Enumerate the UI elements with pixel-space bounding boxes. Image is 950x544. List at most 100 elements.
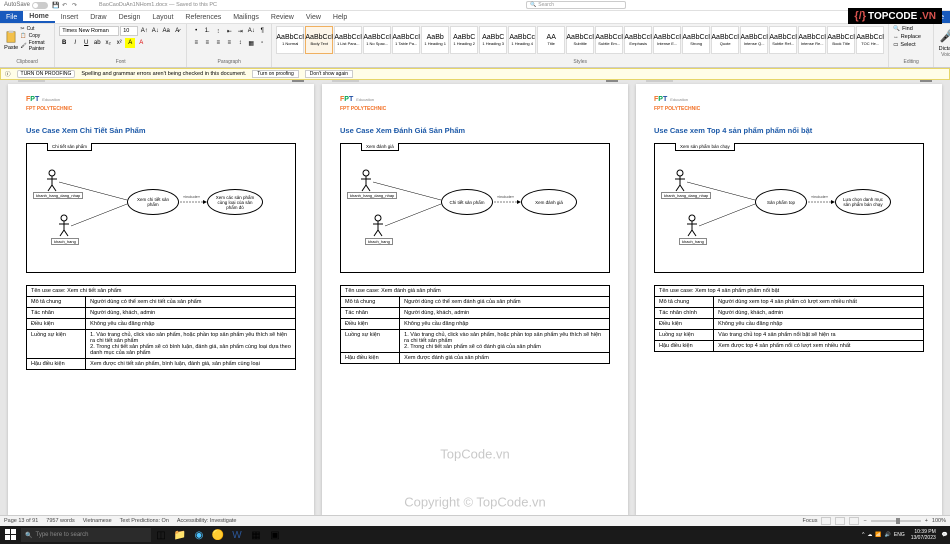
- style-1-heading-2[interactable]: AaBbC1 Heading 2: [450, 26, 478, 54]
- explorer-icon[interactable]: 📁: [171, 526, 189, 544]
- style-strong[interactable]: AaBbCcIStrong: [682, 26, 710, 54]
- show-marks-icon[interactable]: ¶: [257, 26, 267, 36]
- style-1-normal[interactable]: AaBbCcI1 Normal: [276, 26, 304, 54]
- format-painter-button[interactable]: 🖌Format Painter: [20, 40, 50, 52]
- styles-gallery[interactable]: AaBbCcI1 NormalAaBbCcIBody TextAaBbCcI1 …: [276, 26, 884, 56]
- quick-access[interactable]: 💾↶↷: [52, 2, 79, 9]
- style-1-heading-3[interactable]: AaBbC1 Heading 3: [479, 26, 507, 54]
- style-subtitle[interactable]: AaBbCcISubtitle: [566, 26, 594, 54]
- text-predictions[interactable]: Text Predictions: On: [120, 518, 169, 524]
- select-button[interactable]: ▭Select: [893, 42, 916, 48]
- grow-font-icon[interactable]: A↑: [139, 26, 149, 36]
- taskbar-search[interactable]: 🔍Type here to search: [21, 528, 151, 542]
- bold-button[interactable]: B: [59, 38, 69, 48]
- tab-help[interactable]: Help: [327, 11, 353, 23]
- edge-icon[interactable]: ◉: [190, 526, 208, 544]
- tab-home[interactable]: Home: [23, 11, 54, 23]
- style-1-heading-4[interactable]: AaBbCc1 Heading 4: [508, 26, 536, 54]
- multilevel-icon[interactable]: ⁝: [213, 26, 223, 36]
- superscript-button[interactable]: x²: [114, 38, 124, 48]
- font-color-button[interactable]: A: [136, 38, 146, 48]
- clear-format-icon[interactable]: A̷: [172, 26, 182, 36]
- read-mode-icon[interactable]: [821, 517, 831, 525]
- style-title[interactable]: AATitle: [537, 26, 565, 54]
- style-subtle-em...[interactable]: AaBbCcISubtle Em...: [595, 26, 623, 54]
- word-icon[interactable]: W: [228, 526, 246, 544]
- accessibility-check[interactable]: Accessibility: Investigate: [177, 518, 237, 524]
- tab-layout[interactable]: Layout: [146, 11, 179, 23]
- dictate-button[interactable]: 🎤: [938, 26, 950, 46]
- word-count[interactable]: 7957 words: [46, 518, 74, 524]
- system-tray[interactable]: ^ ☁ 📶 🔊 ENG 10:39 PM 13/07/2023 💬: [862, 529, 948, 541]
- style-emphasis[interactable]: AaBbCcIEmphasis: [624, 26, 652, 54]
- italic-button[interactable]: I: [70, 38, 80, 48]
- style-1-heading-1[interactable]: AaBb1 Heading 1: [421, 26, 449, 54]
- tab-review[interactable]: Review: [265, 11, 300, 23]
- style-1-table-pa...[interactable]: AaBbCcI1 Table Pa...: [392, 26, 420, 54]
- print-layout-icon[interactable]: [835, 517, 845, 525]
- style-quote[interactable]: AaBbCcIQuote: [711, 26, 739, 54]
- style-toc-he...[interactable]: AaBbCcITOC He...: [856, 26, 884, 54]
- font-family-select[interactable]: Times New Roman: [59, 26, 119, 36]
- tab-references[interactable]: References: [179, 11, 227, 23]
- style-intense-e...[interactable]: AaBbCcIIntense E...: [653, 26, 681, 54]
- tab-mailings[interactable]: Mailings: [227, 11, 265, 23]
- tab-design[interactable]: Design: [113, 11, 147, 23]
- app-icon[interactable]: ▦: [247, 526, 265, 544]
- language-indicator[interactable]: Vietnamese: [83, 518, 112, 524]
- chrome-icon[interactable]: 🟡: [209, 526, 227, 544]
- copy-button[interactable]: 📋Copy: [20, 33, 50, 39]
- focus-mode[interactable]: Focus: [803, 518, 818, 524]
- justify-icon[interactable]: ≡: [224, 38, 234, 48]
- font-size-select[interactable]: 10: [120, 26, 138, 36]
- document-page[interactable]: ThuCanh 18 FPT Education FPT POLYTECHNIC…: [636, 84, 942, 515]
- zoom-out-icon[interactable]: −: [863, 518, 866, 524]
- borders-icon[interactable]: ▫: [257, 38, 267, 48]
- tab-file[interactable]: File: [0, 11, 23, 23]
- tab-insert[interactable]: Insert: [55, 11, 85, 23]
- turn-on-proofing-button[interactable]: Turn on proofing: [252, 70, 299, 78]
- zoom-slider[interactable]: [871, 520, 921, 522]
- task-view-icon[interactable]: ◫: [152, 526, 170, 544]
- style-subtle-ref...[interactable]: AaBbCcISubtle Ref...: [769, 26, 797, 54]
- style-intense-re...[interactable]: AaBbCcIIntense Re...: [798, 26, 826, 54]
- search-box[interactable]: Search: [526, 1, 626, 9]
- change-case-icon[interactable]: Aa: [161, 26, 171, 36]
- style-body-text[interactable]: AaBbCcIBody Text: [305, 26, 333, 54]
- tab-draw[interactable]: Draw: [84, 11, 112, 23]
- sort-icon[interactable]: A↓: [246, 26, 256, 36]
- web-layout-icon[interactable]: [849, 517, 859, 525]
- align-center-icon[interactable]: ≡: [202, 38, 212, 48]
- replace-button[interactable]: ↔Replace: [893, 34, 921, 40]
- find-button[interactable]: 🔍Find: [893, 26, 913, 32]
- decrease-indent-icon[interactable]: ⇤: [224, 26, 234, 36]
- app-icon-2[interactable]: ▣: [266, 526, 284, 544]
- style-intense-q...[interactable]: AaBbCcIIntense Q...: [740, 26, 768, 54]
- shrink-font-icon[interactable]: A↓: [150, 26, 160, 36]
- style-1-list-para...[interactable]: AaBbCcI1 List Para...: [334, 26, 362, 54]
- zoom-level[interactable]: 100%: [932, 518, 946, 524]
- increase-indent-icon[interactable]: ⇥: [235, 26, 245, 36]
- style-book-title[interactable]: AaBbCcIBook Title: [827, 26, 855, 54]
- strike-button[interactable]: ab: [92, 38, 102, 48]
- document-area[interactable]: TopCode.vn Copyright © TopCode.vn ThuCan…: [0, 80, 950, 515]
- document-page[interactable]: ThuCanh 17 FPT Education FPT POLYTECHNIC…: [322, 84, 628, 515]
- paste-button[interactable]: Paste: [4, 26, 18, 54]
- autosave-toggle[interactable]: AutoSave: [4, 2, 48, 9]
- style-1-no-spac...[interactable]: AaBbCcI1 No Spac...: [363, 26, 391, 54]
- clock[interactable]: 10:39 PM 13/07/2023: [908, 529, 939, 541]
- subscript-button[interactable]: x₂: [103, 38, 113, 48]
- numbering-icon[interactable]: 1.: [202, 26, 212, 36]
- start-button[interactable]: [2, 526, 20, 544]
- document-page[interactable]: ThuCanh 16 FPT Education FPT POLYTECHNIC…: [8, 84, 314, 515]
- line-spacing-icon[interactable]: ↕: [235, 38, 245, 48]
- cut-button[interactable]: ✂Cut: [20, 26, 50, 32]
- shading-icon[interactable]: ▦: [246, 38, 256, 48]
- align-right-icon[interactable]: ≡: [213, 38, 223, 48]
- page-indicator[interactable]: Page 13 of 91: [4, 518, 38, 524]
- zoom-in-icon[interactable]: +: [925, 518, 928, 524]
- highlight-button[interactable]: A: [125, 38, 135, 48]
- tab-view[interactable]: View: [300, 11, 327, 23]
- underline-button[interactable]: U: [81, 38, 91, 48]
- bullets-icon[interactable]: •: [191, 26, 201, 36]
